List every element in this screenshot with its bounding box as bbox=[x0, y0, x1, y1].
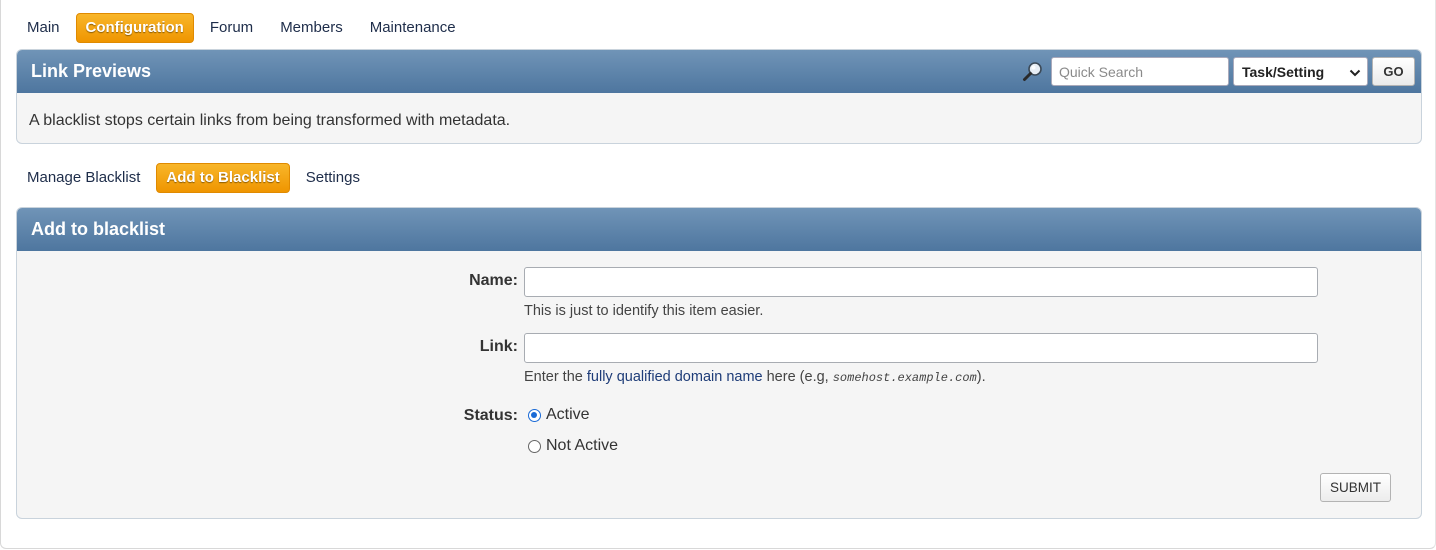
link-input[interactable] bbox=[524, 333, 1318, 363]
page-title: Link Previews bbox=[31, 61, 152, 81]
radio-not-active[interactable] bbox=[528, 439, 541, 453]
tab-manage-blacklist[interactable]: Manage Blacklist bbox=[16, 163, 151, 193]
fqdn-link[interactable]: fully qualified domain name bbox=[587, 369, 763, 385]
top-nav-configuration[interactable]: Configuration bbox=[75, 13, 194, 43]
go-button[interactable]: GO bbox=[1372, 57, 1415, 86]
form-title: Add to blacklist bbox=[31, 219, 166, 239]
submit-button[interactable]: SUBMIT bbox=[1320, 473, 1391, 502]
top-nav-members[interactable]: Members bbox=[269, 13, 354, 43]
status-label: Status: bbox=[463, 407, 518, 424]
top-nav-forum[interactable]: Forum bbox=[199, 13, 264, 43]
top-nav-main[interactable]: Main bbox=[16, 13, 71, 43]
panel-header: Link Previews Task/Setting GO bbox=[17, 50, 1421, 93]
link-label: Link: bbox=[479, 338, 518, 355]
page-description: A blacklist stops certain links from bei… bbox=[29, 112, 511, 129]
status-option-not-active[interactable]: Not Active bbox=[528, 437, 618, 455]
link-help-middle: here (e.g, bbox=[762, 369, 833, 385]
sub-nav: Manage Blacklist Add to Blacklist Settin… bbox=[16, 163, 376, 193]
task-setting-select[interactable]: Task/Setting bbox=[1233, 57, 1368, 86]
magnifier-icon[interactable] bbox=[1021, 60, 1045, 84]
chevron-down-icon bbox=[1349, 64, 1361, 80]
name-help-text: This is just to identify this item easie… bbox=[524, 303, 764, 319]
radio-active[interactable] bbox=[528, 408, 541, 422]
task-select-value: Task/Setting bbox=[1242, 63, 1325, 80]
link-help-prefix: Enter the bbox=[524, 369, 587, 385]
status-option-active[interactable]: Active bbox=[528, 406, 590, 424]
link-help-text: Enter the fully qualified domain name he… bbox=[524, 369, 986, 385]
name-input[interactable] bbox=[524, 267, 1318, 297]
quick-search-input[interactable] bbox=[1051, 57, 1229, 86]
form-header: Add to blacklist bbox=[17, 208, 1421, 251]
tab-add-to-blacklist[interactable]: Add to Blacklist bbox=[156, 163, 290, 193]
quick-search-area: Task/Setting GO bbox=[1021, 57, 1415, 86]
name-label: Name: bbox=[469, 272, 518, 289]
add-to-blacklist-panel: Add to blacklist Name: This is just to i… bbox=[16, 207, 1422, 519]
top-nav-maintenance[interactable]: Maintenance bbox=[359, 13, 467, 43]
link-help-example: somehost.example.com bbox=[832, 371, 977, 385]
link-help-suffix: ). bbox=[976, 369, 986, 385]
top-nav: Main Configuration Forum Members Mainten… bbox=[16, 13, 472, 43]
status-active-label: Active bbox=[546, 406, 590, 423]
tab-settings[interactable]: Settings bbox=[295, 163, 371, 193]
status-not-active-label: Not Active bbox=[546, 437, 619, 454]
link-previews-panel: Link Previews Task/Setting GO A blacklis… bbox=[16, 49, 1422, 144]
